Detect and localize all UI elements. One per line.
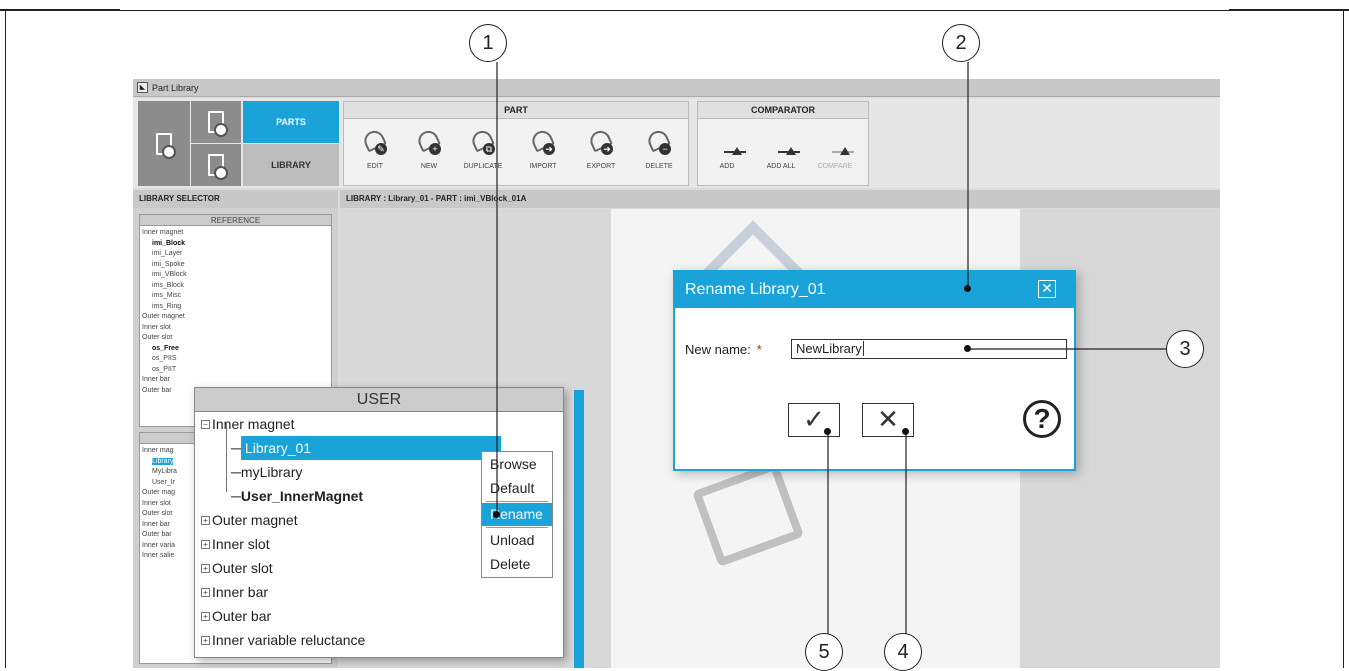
callout-3: 3	[1166, 330, 1204, 368]
callout-4: 4	[884, 633, 922, 671]
callout-lines	[496, 62, 1168, 636]
callout-1: 1	[469, 24, 507, 62]
callout-dot	[902, 428, 909, 435]
callout-5: 5	[805, 633, 843, 671]
callout-dot	[824, 428, 831, 435]
callout-dot	[493, 511, 500, 518]
callout-2: 2	[942, 24, 980, 62]
callout-dot	[964, 345, 971, 352]
callout-dot	[964, 285, 971, 292]
